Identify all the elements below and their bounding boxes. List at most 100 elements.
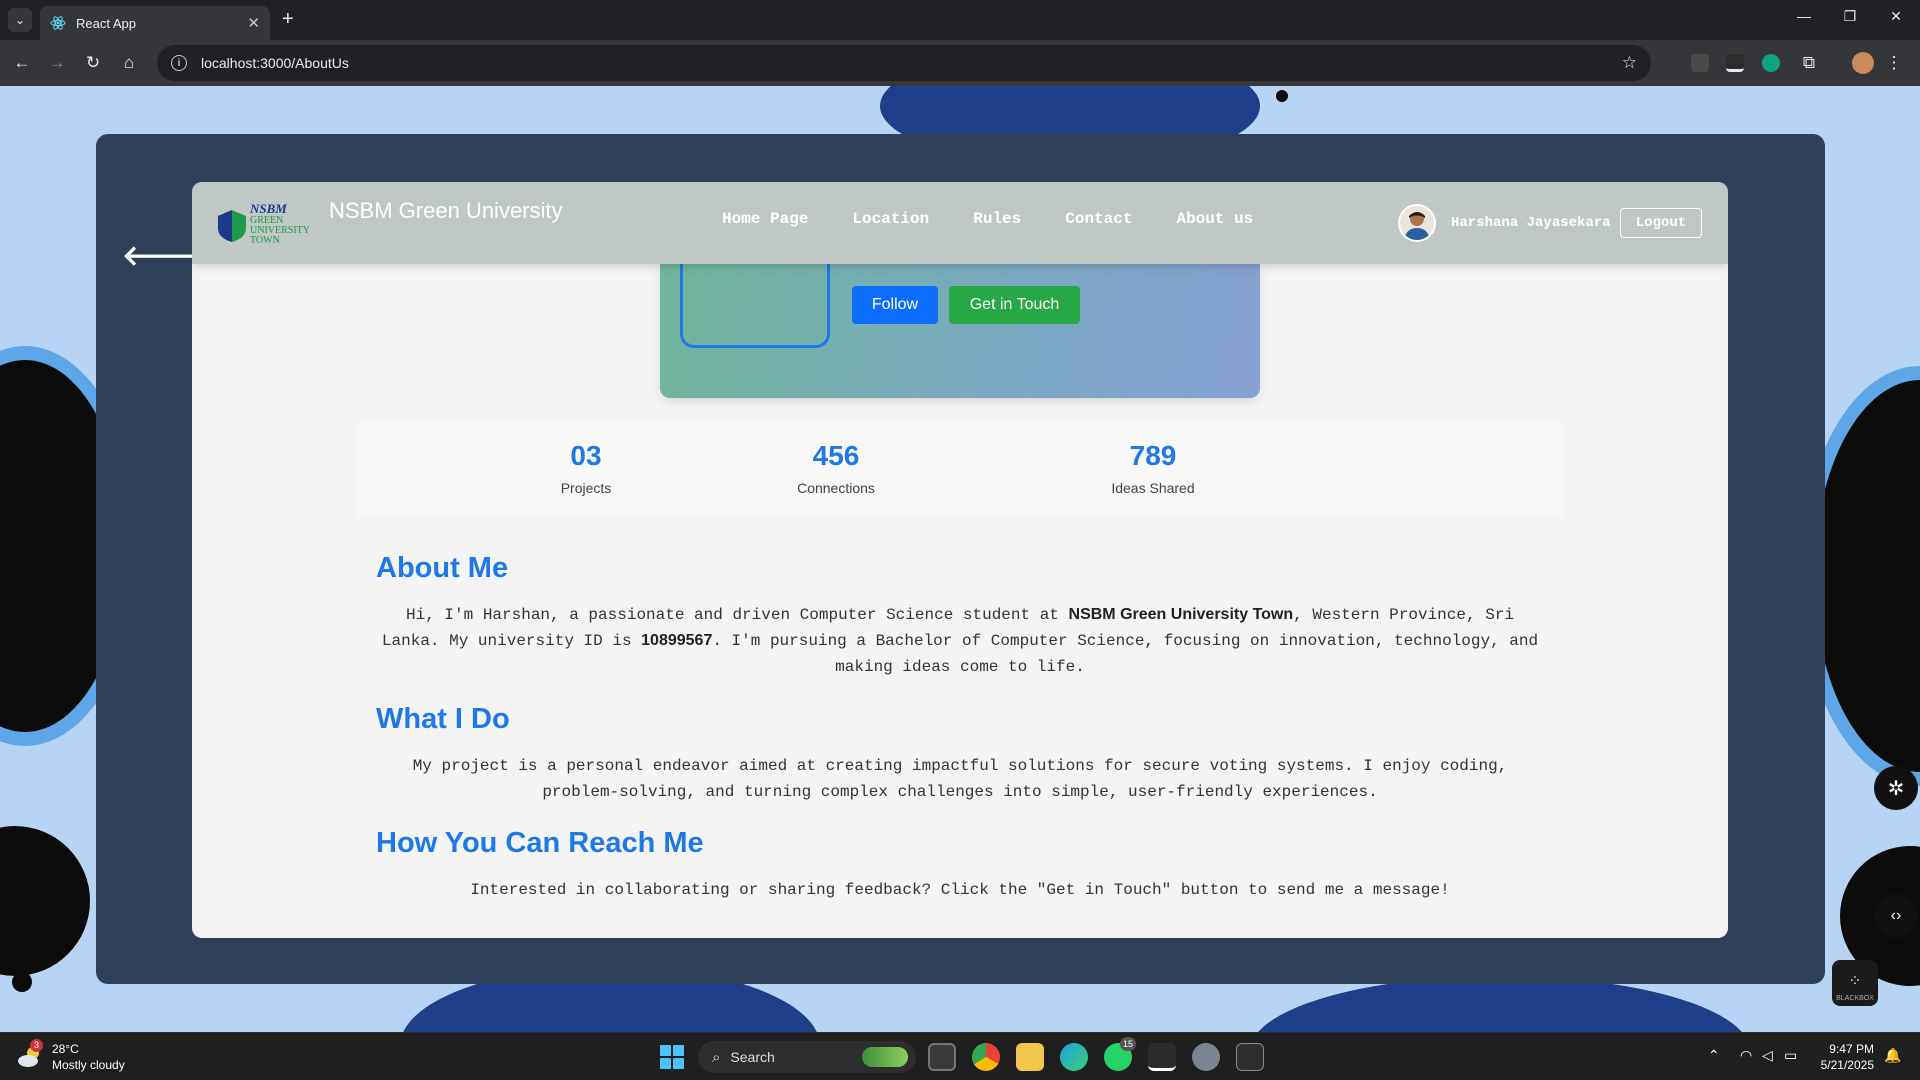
system-clock[interactable]: 9:47 PM 5/21/2025 bbox=[1814, 1041, 1874, 1073]
blackbox-logo-icon: ⁘ bbox=[1848, 973, 1862, 990]
whatsapp-icon[interactable]: 15 bbox=[1104, 1037, 1136, 1071]
window-close-icon[interactable]: ✕ bbox=[1873, 8, 1919, 25]
username: Harshana Jayasekara bbox=[1451, 215, 1611, 231]
back-arrow-icon[interactable]: 🡐 bbox=[122, 238, 197, 272]
audio-app-icon[interactable] bbox=[1148, 1043, 1176, 1071]
outer-card: 🡐 Follow Get in Touch NSBM GREEN UNIVERS… bbox=[96, 134, 1825, 984]
stat-value: 789 bbox=[1129, 440, 1177, 471]
what-i-do-text: My project is a personal endeavor aimed … bbox=[412, 757, 1508, 801]
stat-connections: 456 Connections bbox=[781, 440, 891, 496]
tab-title: React App bbox=[76, 15, 136, 31]
reach-me-text: Interested in collaborating or sharing f… bbox=[470, 881, 1450, 899]
browser-tab[interactable]: React App ✕ bbox=[40, 6, 270, 40]
task-view-icon[interactable] bbox=[928, 1043, 956, 1071]
extensions-puzzle-icon[interactable]: ⧉ bbox=[1797, 51, 1821, 75]
logout-button[interactable]: Logout bbox=[1620, 208, 1702, 238]
windows-start-icon[interactable] bbox=[660, 1045, 684, 1069]
battery-icon[interactable]: ▭ bbox=[1784, 1047, 1797, 1064]
minimize-icon[interactable]: — bbox=[1781, 8, 1827, 24]
nav-links: Home Page Location Rules Contact About u… bbox=[722, 210, 1253, 228]
get-in-touch-button[interactable]: Get in Touch bbox=[949, 286, 1080, 324]
volume-icon[interactable]: ◁ bbox=[1762, 1047, 1773, 1064]
clock-time: 9:47 PM bbox=[1829, 1042, 1874, 1056]
notification-bell-icon[interactable]: 🔔 bbox=[1884, 1047, 1901, 1064]
stat-projects: 03 Projects bbox=[546, 440, 626, 496]
about-me-text: Hi, I'm Harshan, a passionate and driven… bbox=[381, 606, 1539, 676]
home-icon[interactable]: ⌂ bbox=[117, 51, 141, 75]
browser-tabbar: ⌄ React App ✕ + — ❐ ✕ bbox=[0, 0, 1920, 40]
bg-blob bbox=[0, 826, 90, 976]
profile-page: Follow Get in Touch NSBM GREEN UNIVERSIT… bbox=[192, 182, 1728, 938]
nsbm-logo[interactable]: NSBM GREEN UNIVERSITY TOWN bbox=[216, 202, 316, 246]
windows-taskbar: 3 28°C Mostly cloudy ⌕ Search 15 ⌃ ◠ ◁ ▭… bbox=[0, 1032, 1920, 1080]
whatsapp-badge: 15 bbox=[1120, 1037, 1136, 1051]
user-avatar-icon bbox=[1400, 206, 1434, 240]
avatar[interactable] bbox=[1398, 204, 1436, 242]
stat-ideas: 789 Ideas Shared bbox=[1098, 440, 1208, 496]
new-tab-icon[interactable]: + bbox=[282, 9, 294, 29]
search-icon: ⌕ bbox=[712, 1048, 721, 1066]
code-widget-icon[interactable]: ‹› bbox=[1874, 894, 1918, 938]
stat-value: 456 bbox=[812, 440, 860, 471]
tab-list-icon[interactable]: ⌄ bbox=[8, 8, 32, 32]
stat-label: Ideas Shared bbox=[1111, 480, 1195, 496]
navbar: NSBM GREEN UNIVERSITY TOWN NSBM Green Un… bbox=[192, 182, 1728, 264]
stat-value: 03 bbox=[570, 440, 602, 471]
profile-avatar-icon[interactable] bbox=[1852, 52, 1874, 74]
nav-contact[interactable]: Contact bbox=[1065, 210, 1132, 228]
stat-label: Projects bbox=[560, 480, 612, 496]
bg-dot bbox=[1276, 90, 1288, 102]
extension-1-icon[interactable] bbox=[1691, 54, 1709, 72]
search-placeholder: Search bbox=[730, 1049, 775, 1065]
extension-2-icon[interactable] bbox=[1726, 54, 1744, 72]
bookmark-star-icon[interactable]: ☆ bbox=[1622, 53, 1637, 73]
site-info-icon[interactable]: i bbox=[171, 55, 187, 71]
brand-title[interactable]: NSBM Green University bbox=[329, 198, 563, 224]
edge-icon[interactable] bbox=[1060, 1043, 1088, 1071]
clock-date: 5/21/2025 bbox=[1820, 1058, 1874, 1072]
chrome-icon[interactable] bbox=[972, 1043, 1000, 1071]
reach-me-heading: How You Can Reach Me bbox=[376, 827, 704, 859]
logo-wordmark: NSBM GREEN UNIVERSITY TOWN bbox=[250, 201, 310, 246]
chatgpt-extension-icon[interactable] bbox=[1762, 54, 1780, 72]
tray-chevron-icon[interactable]: ⌃ bbox=[1708, 1047, 1720, 1064]
weather-badge: 3 bbox=[30, 1039, 43, 1052]
profile-card: Follow Get in Touch bbox=[660, 244, 1260, 398]
terminal-icon[interactable] bbox=[1236, 1043, 1264, 1071]
reload-icon[interactable]: ↻ bbox=[81, 51, 105, 75]
restore-icon[interactable]: ❐ bbox=[1827, 8, 1873, 25]
taskbar-search[interactable]: ⌕ Search bbox=[698, 1041, 916, 1073]
what-i-do-heading: What I Do bbox=[376, 703, 510, 735]
nsbm-shield-icon bbox=[218, 210, 246, 242]
forward-icon[interactable]: → bbox=[45, 51, 69, 75]
weather-description: Mostly cloudy bbox=[52, 1058, 125, 1072]
react-favicon-icon bbox=[50, 16, 66, 30]
blackbox-label: BLACKBOX bbox=[1836, 995, 1874, 1002]
search-highlight-icon bbox=[862, 1047, 908, 1067]
menu-kebab-icon[interactable]: ⋮ bbox=[1882, 51, 1906, 75]
cloudy-weather-icon: 3 bbox=[16, 1039, 44, 1071]
follow-button[interactable]: Follow bbox=[852, 286, 938, 324]
bg-dot bbox=[12, 972, 32, 992]
wifi-icon[interactable]: ◠ bbox=[1740, 1047, 1752, 1064]
weather-widget[interactable]: 3 28°C Mostly cloudy bbox=[16, 1039, 125, 1073]
temperature: 28°C bbox=[52, 1042, 79, 1056]
nav-home[interactable]: Home Page bbox=[722, 210, 808, 228]
stats-panel: 03 Projects 456 Connections 789 Ideas Sh… bbox=[356, 422, 1564, 518]
browser-toolbar: ← → ↻ ⌂ i localhost:3000/AboutUs ☆ ⧉ ⋮ bbox=[0, 40, 1920, 86]
url-text: localhost:3000/AboutUs bbox=[201, 55, 349, 71]
nav-rules[interactable]: Rules bbox=[973, 210, 1021, 228]
about-me-heading: About Me bbox=[376, 552, 509, 584]
tab-close-icon[interactable]: ✕ bbox=[247, 14, 260, 32]
bg-blob bbox=[1250, 976, 1750, 1032]
stat-label: Connections bbox=[797, 480, 875, 496]
back-icon[interactable]: ← bbox=[10, 51, 34, 75]
settings-gear-icon[interactable] bbox=[1192, 1043, 1220, 1071]
file-explorer-icon[interactable] bbox=[1016, 1043, 1044, 1071]
chatgpt-widget-icon[interactable]: ✲ bbox=[1874, 766, 1918, 810]
page-viewport: 🡐 Follow Get in Touch NSBM GREEN UNIVERS… bbox=[0, 86, 1920, 1032]
address-bar[interactable]: i localhost:3000/AboutUs ☆ bbox=[157, 45, 1651, 81]
nav-about[interactable]: About us bbox=[1176, 210, 1253, 228]
blackbox-widget[interactable]: ⁘ BLACKBOX bbox=[1832, 960, 1878, 1006]
nav-location[interactable]: Location bbox=[852, 210, 929, 228]
